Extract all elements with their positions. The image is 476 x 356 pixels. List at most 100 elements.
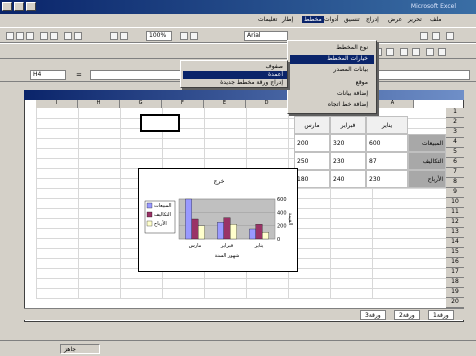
legend-swatch <box>146 220 153 227</box>
row-header[interactable]: 15 <box>446 248 464 258</box>
name-box[interactable]: H4 <box>30 70 66 80</box>
row-header[interactable]: 18 <box>446 278 464 288</box>
legend-swatch <box>146 202 153 209</box>
row-header[interactable]: 20 <box>446 298 464 308</box>
row-header[interactable]: 9 <box>446 188 464 198</box>
column-header[interactable]: A <box>372 100 414 108</box>
close-button[interactable] <box>26 2 36 11</box>
drawing-icon[interactable] <box>190 32 198 40</box>
menu-chart[interactable]: مخطط <box>302 16 324 23</box>
submenu-item-columns[interactable]: أعمدة <box>183 71 287 79</box>
row-header[interactable]: 10 <box>446 198 464 208</box>
header-mar[interactable]: مارس <box>294 116 330 134</box>
cell-profit-jan[interactable]: 230 <box>366 170 408 188</box>
font-color-icon[interactable] <box>438 48 446 56</box>
percent-icon[interactable] <box>412 48 420 56</box>
row-header[interactable]: 17 <box>446 268 464 278</box>
menu-file[interactable]: ملف <box>430 16 441 23</box>
new-icon[interactable] <box>6 32 14 40</box>
cell-profit-mar[interactable]: 180 <box>294 170 330 188</box>
cell-sales-jan[interactable]: 600 <box>366 134 408 152</box>
header-jan[interactable]: يناير <box>366 116 408 134</box>
cell-costs-mar[interactable]: 250 <box>294 152 330 170</box>
bold-icon[interactable] <box>420 32 428 40</box>
row-header[interactable]: 19 <box>446 288 464 298</box>
sort-icon[interactable] <box>120 32 128 40</box>
row-header[interactable]: 5 <box>446 148 464 158</box>
bar <box>198 225 205 240</box>
row-header[interactable]: 3 <box>446 128 464 138</box>
font-name-field[interactable]: Arial <box>244 31 288 41</box>
tab-sheet3[interactable]: ورقة3 <box>360 310 386 320</box>
x-tick-label: فبراير <box>220 243 234 249</box>
save-icon[interactable] <box>26 32 34 40</box>
x-tick-label: يناير <box>254 243 264 249</box>
menu-item-source-data[interactable]: بيانات المصدر <box>290 66 374 75</box>
menu-item-add-trendline[interactable]: إضافة خط اتجاه <box>290 101 374 110</box>
embedded-chart[interactable]: خرج 0 200 400 600 يناير فبراير مارس شهور السنة ال… <box>138 168 298 272</box>
menu-item-location[interactable]: موقع <box>290 79 374 88</box>
cell-sales-feb[interactable]: 320 <box>330 134 366 152</box>
menu-format[interactable]: تنسيق <box>344 16 360 23</box>
preview-icon[interactable] <box>50 32 58 40</box>
menu-item-chart-options[interactable]: خيارات المخطط <box>290 55 374 64</box>
grid-line <box>36 288 446 289</box>
row-label-costs[interactable]: التكاليف <box>408 152 446 170</box>
row-header[interactable]: 6 <box>446 158 464 168</box>
currency-icon[interactable] <box>400 48 408 56</box>
row-header[interactable]: 8 <box>446 178 464 188</box>
row-header[interactable]: 11 <box>446 208 464 218</box>
menu-tools[interactable]: أدوات <box>324 16 339 23</box>
submenu-item-rows[interactable]: صفوف <box>183 63 287 71</box>
zoom-field[interactable]: 100% <box>146 31 172 41</box>
tab-sheet2[interactable]: ورقة2 <box>394 310 420 320</box>
column-header[interactable]: D <box>246 100 288 108</box>
chart-wizard-icon[interactable] <box>180 32 188 40</box>
column-header[interactable]: E <box>204 100 246 108</box>
row-header[interactable]: 1 <box>446 108 464 118</box>
column-header[interactable]: G <box>120 100 162 108</box>
menu-window[interactable]: إطار <box>282 16 293 23</box>
row-header[interactable]: 12 <box>446 218 464 228</box>
row-header[interactable]: 4 <box>446 138 464 148</box>
row-label-profit[interactable]: الأرباح <box>408 170 446 188</box>
cell-costs-feb[interactable]: 230 <box>330 152 366 170</box>
row-header[interactable]: 14 <box>446 238 464 248</box>
cell-costs-jan[interactable]: 87 <box>366 152 408 170</box>
tab-sheet1[interactable]: ورقة1 <box>428 310 454 320</box>
menu-view[interactable]: عرض <box>388 16 402 23</box>
maximize-button[interactable] <box>14 2 24 11</box>
row-header[interactable]: 13 <box>446 228 464 238</box>
column-header[interactable]: I <box>36 100 78 108</box>
cell-sales-mar[interactable]: 200 <box>294 134 330 152</box>
open-icon[interactable] <box>16 32 24 40</box>
row-header[interactable]: 2 <box>446 118 464 128</box>
underline-icon[interactable] <box>446 32 454 40</box>
column-header[interactable]: H <box>78 100 120 108</box>
menu-item-add-data[interactable]: إضافة بيانات <box>290 90 374 99</box>
menu-insert[interactable]: إدراج <box>366 16 379 23</box>
submenu-item-new-sheet[interactable]: إدراج ورقة مخطط جديدة <box>183 79 287 87</box>
minimize-button[interactable] <box>2 2 12 11</box>
row-header[interactable]: 16 <box>446 258 464 268</box>
cut-icon[interactable] <box>64 32 72 40</box>
copy-icon[interactable] <box>74 32 82 40</box>
header-feb[interactable]: فبراير <box>330 116 366 134</box>
status-bar: جاهز <box>0 340 476 356</box>
row-header[interactable]: 7 <box>446 168 464 178</box>
italic-icon[interactable] <box>432 32 440 40</box>
print-icon[interactable] <box>40 32 48 40</box>
sum-icon[interactable] <box>110 32 118 40</box>
y-tick-label: 0 <box>277 237 280 243</box>
menu-item-chart-type[interactable]: نوع المخطط <box>290 44 374 53</box>
selected-cell[interactable] <box>140 114 180 132</box>
menu-help[interactable]: تعليمات <box>258 16 277 23</box>
bar <box>217 222 224 240</box>
cell-profit-feb[interactable]: 240 <box>330 170 366 188</box>
column-header[interactable]: F <box>162 100 204 108</box>
fill-color-icon[interactable] <box>426 48 434 56</box>
bar <box>249 228 256 240</box>
align-right-icon[interactable] <box>386 48 394 56</box>
row-label-sales[interactable]: المبيعات <box>408 134 446 152</box>
menu-edit[interactable]: تحرير <box>408 16 422 23</box>
